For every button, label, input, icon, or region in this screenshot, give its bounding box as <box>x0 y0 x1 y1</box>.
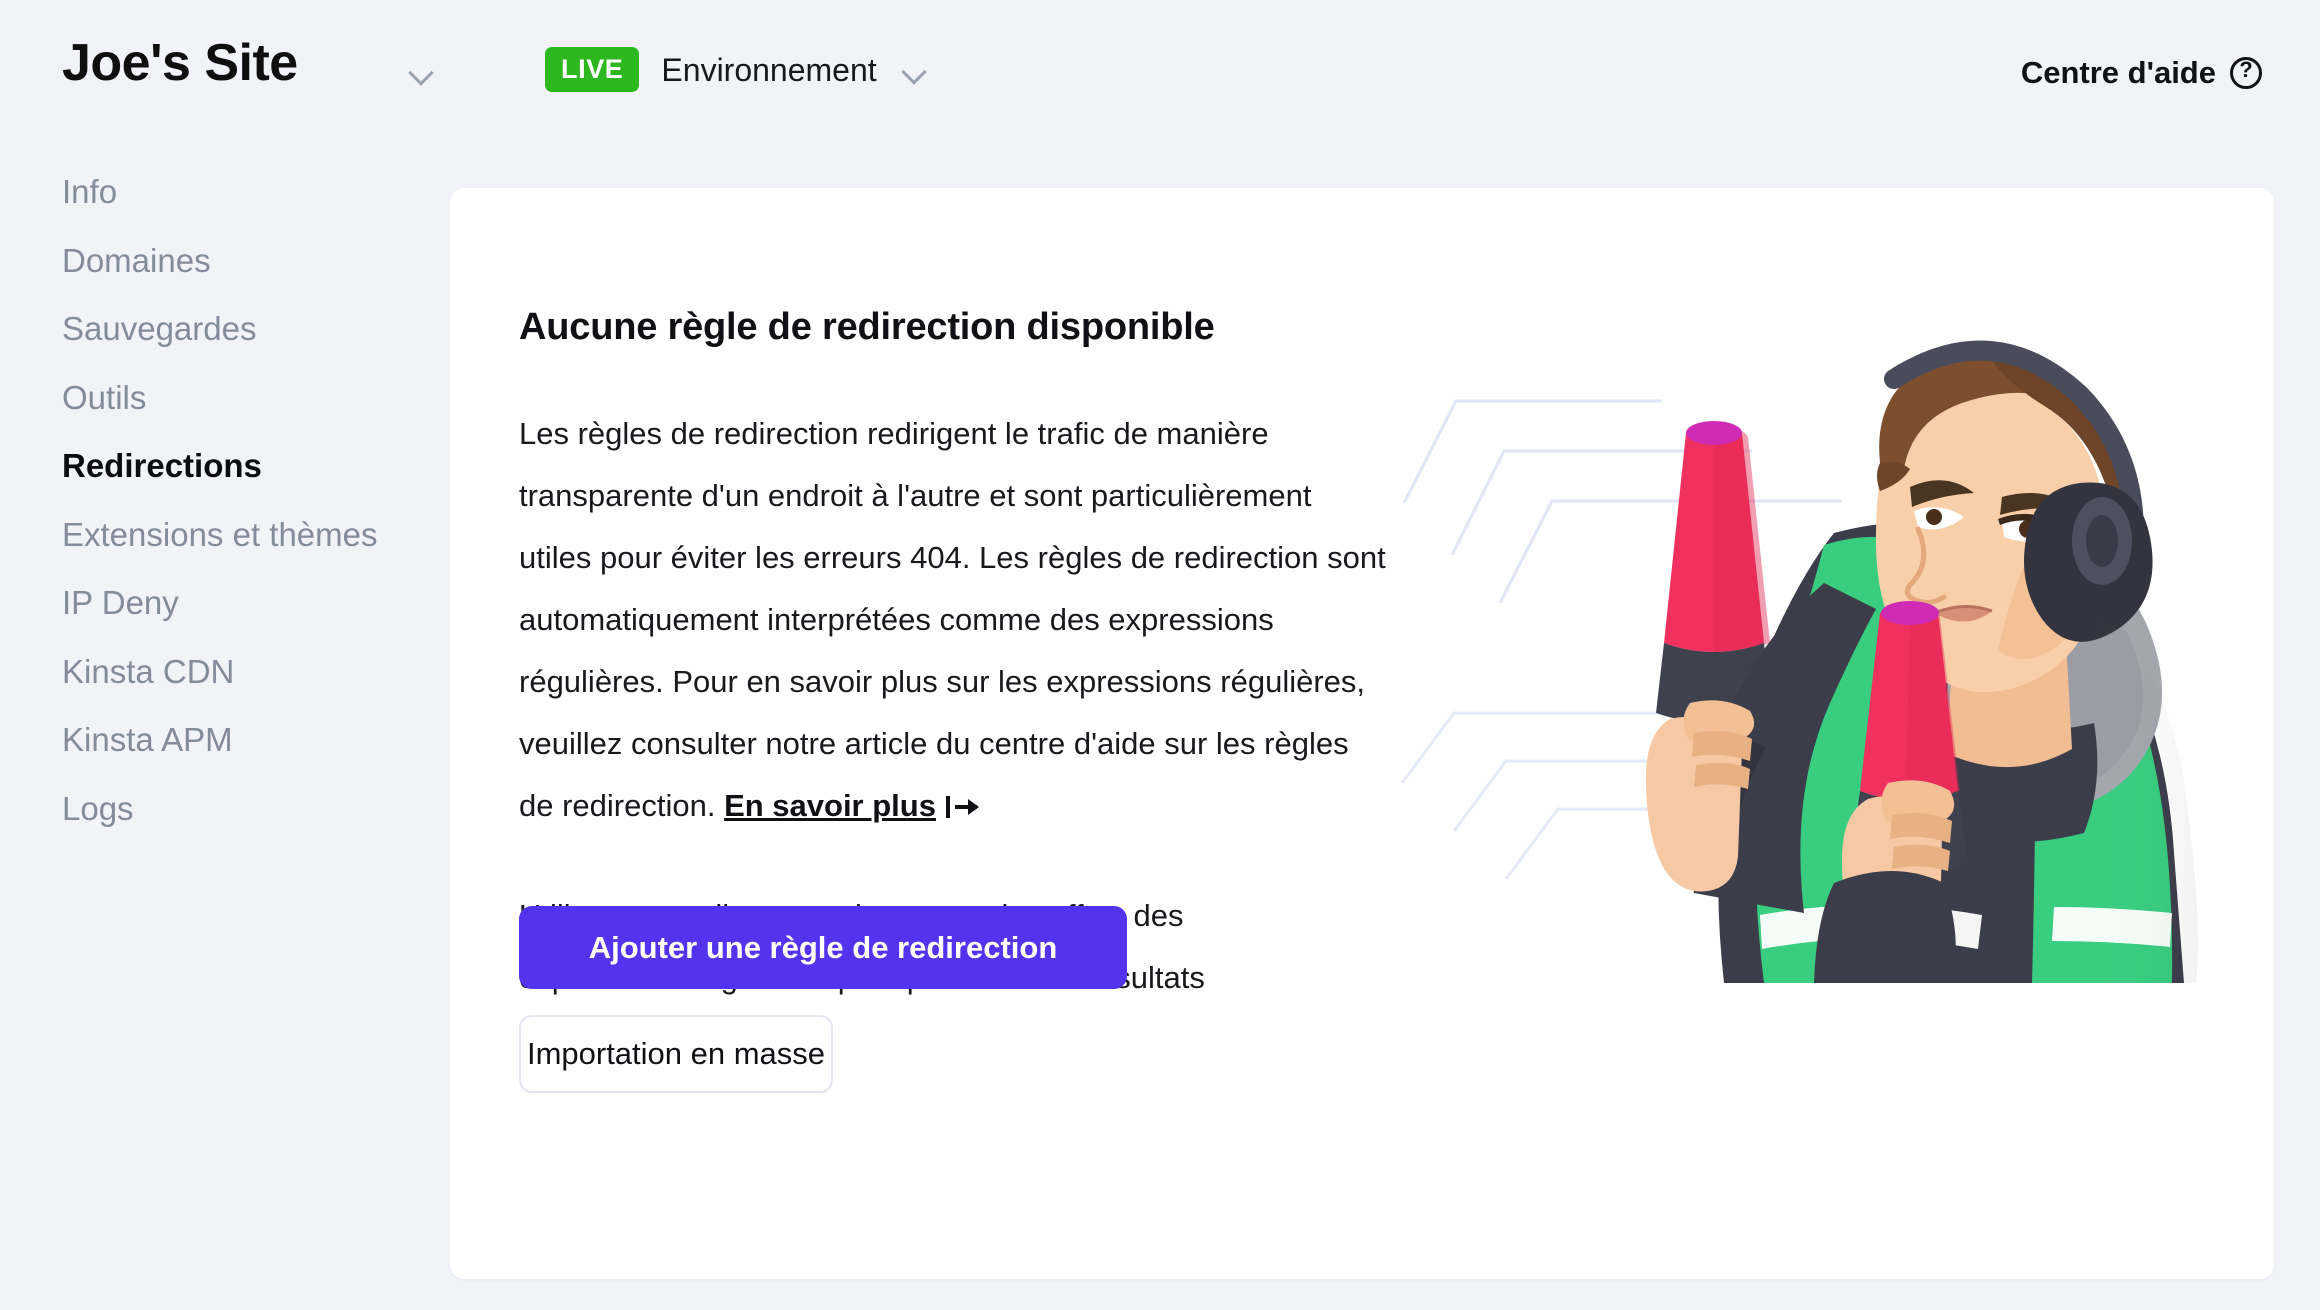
sidebar-item-logs[interactable]: Logs <box>62 787 134 831</box>
marshaller-with-wands-illustration <box>1394 283 2254 983</box>
sidebar-item-info[interactable]: Info <box>62 170 117 214</box>
sidebar-item-redirections[interactable]: Redirections <box>62 444 262 488</box>
question-circle-icon <box>2230 57 2262 89</box>
description-text: Les règles de redirection redirigent le … <box>519 416 1386 823</box>
sidebar-item-outils[interactable]: Outils <box>62 376 146 420</box>
add-redirect-rule-button[interactable]: Ajouter une règle de redirection <box>519 906 1127 989</box>
top-bar: Joe's Site LIVE Environnement Centre d'a… <box>0 0 2320 150</box>
sidebar-item-kinsta-apm[interactable]: Kinsta APM <box>62 718 233 762</box>
environment-selector[interactable]: LIVE Environnement <box>545 47 925 92</box>
sidebar-item-extensions-et-th-mes[interactable]: Extensions et thèmes <box>62 513 378 557</box>
redirect-rules-card: Aucune règle de redirection disponible L… <box>450 188 2274 1279</box>
external-arrow-icon <box>945 796 980 818</box>
help-center-link[interactable]: Centre d'aide <box>2021 52 2262 94</box>
sidebar-item-domaines[interactable]: Domaines <box>62 239 211 283</box>
page-title: Aucune règle de redirection disponible <box>519 306 1215 348</box>
sidebar-item-ip-deny[interactable]: IP Deny <box>62 581 179 625</box>
chevron-down-icon[interactable] <box>410 62 432 84</box>
sidebar-item-kinsta-cdn[interactable]: Kinsta CDN <box>62 650 234 694</box>
environment-label: Environnement <box>661 51 877 88</box>
sidebar-nav: Info Domaines Sauvegardes Outils Redirection… <box>0 150 450 1310</box>
site-title: Joe's Site <box>62 34 298 92</box>
sidebar-item-sauvegardes[interactable]: Sauvegardes <box>62 307 256 351</box>
help-center-label: Centre d'aide <box>2020 55 2216 90</box>
learn-more-link[interactable]: En savoir plus <box>724 788 980 823</box>
learn-more-label: En savoir plus <box>724 788 936 823</box>
bulk-import-button[interactable]: Importation en masse <box>519 1015 833 1093</box>
chevron-down-icon[interactable] <box>903 61 925 83</box>
status-badge: LIVE <box>545 47 640 92</box>
description-paragraph-1: Les règles de redirection redirigent le … <box>519 403 1389 837</box>
